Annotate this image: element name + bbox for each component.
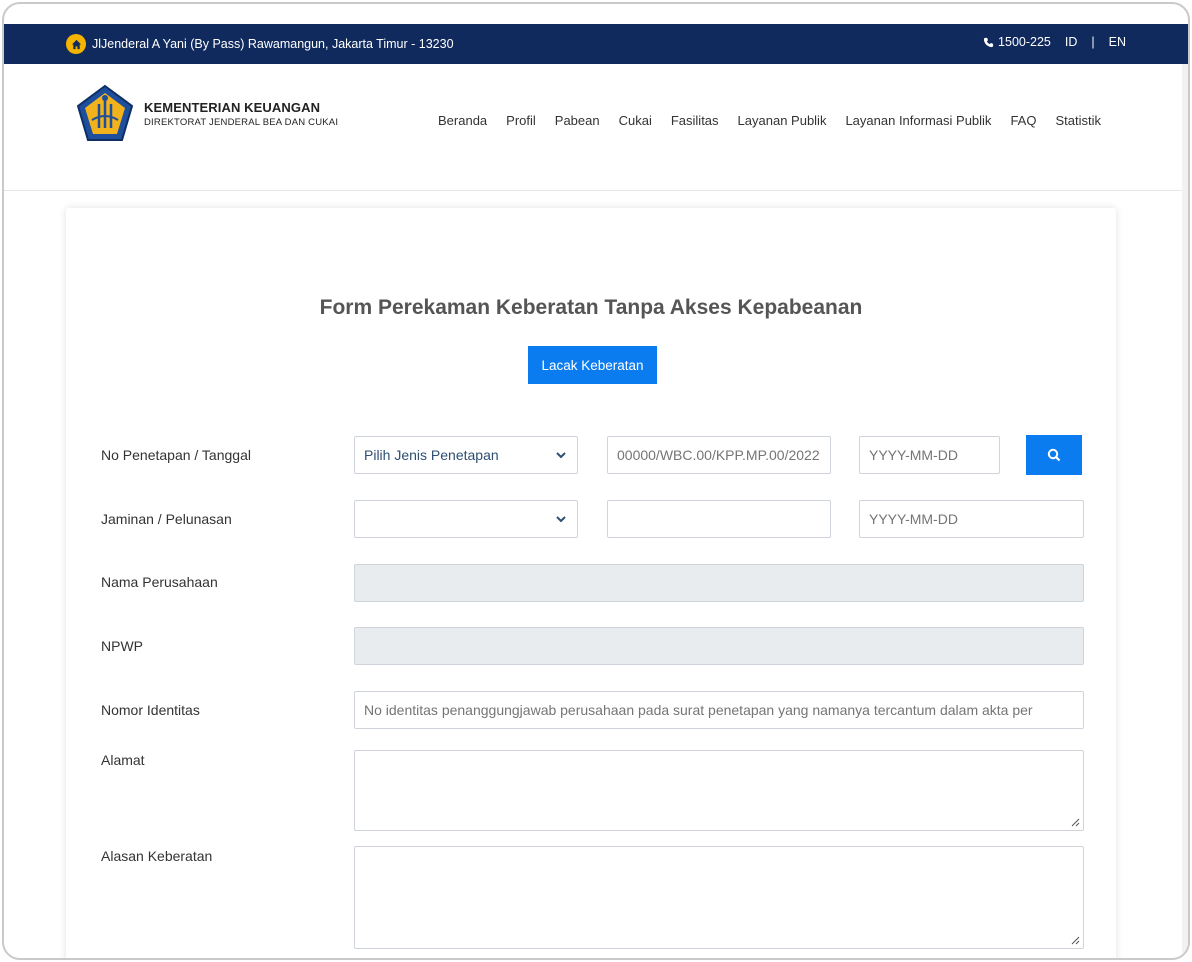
browser-frame: JlJenderal A Yani (By Pass) Rawamangun, … (2, 2, 1190, 960)
top-right-links: 1500-225 ID | EN (983, 35, 1126, 49)
phone-contact[interactable]: 1500-225 (983, 35, 1051, 49)
npwp-field (354, 627, 1084, 665)
nav-item-profil[interactable]: Profil (506, 113, 536, 128)
jaminan-number-input[interactable] (607, 500, 831, 538)
identity-number-input[interactable] (354, 691, 1084, 729)
nav-item-cukai[interactable]: Cukai (619, 113, 652, 128)
address-text: JlJenderal A Yani (By Pass) Rawamangun, … (92, 37, 454, 51)
nav-item-fasilitas[interactable]: Fasilitas (671, 113, 719, 128)
chevron-down-icon (556, 452, 566, 459)
search-button[interactable] (1026, 435, 1082, 475)
label-penetapan: No Penetapan / Tanggal (101, 447, 251, 463)
page-scrollbar[interactable] (1182, 64, 1188, 958)
lang-id-link[interactable]: ID (1065, 35, 1078, 49)
nav-item-layanan-informasi-publik[interactable]: Layanan Informasi Publik (845, 113, 991, 128)
address-textarea[interactable] (354, 750, 1084, 831)
site-header: KEMENTERIAN KEUANGAN DIREKTORAT JENDERAL… (4, 64, 1188, 191)
resize-handle-icon[interactable] (1070, 935, 1080, 945)
address-block: JlJenderal A Yani (By Pass) Rawamangun, … (66, 34, 454, 54)
label-alasan: Alasan Keberatan (101, 848, 213, 864)
penetapan-number-input[interactable] (607, 436, 831, 474)
label-identitas: Nomor Identitas (101, 702, 200, 718)
form-card: Form Perekaman Keberatan Tanpa Akses Kep… (66, 208, 1116, 958)
label-alamat: Alamat (101, 752, 145, 768)
penetapan-type-value: Pilih Jenis Penetapan (364, 447, 499, 463)
nav-item-pabean[interactable]: Pabean (555, 113, 600, 128)
resize-handle-icon[interactable] (1070, 817, 1080, 827)
reason-textarea[interactable] (354, 846, 1084, 949)
search-icon (1047, 448, 1061, 462)
label-npwp: NPWP (101, 638, 143, 654)
main-nav: Beranda Profil Pabean Cukai Fasilitas La… (438, 113, 1101, 128)
label-jaminan: Jaminan / Pelunasan (101, 511, 232, 527)
brand-title: KEMENTERIAN KEUANGAN (144, 100, 321, 115)
brand-subtitle: DIREKTORAT JENDERAL BEA DAN CUKAI (144, 117, 339, 128)
top-info-bar: JlJenderal A Yani (By Pass) Rawamangun, … (4, 24, 1188, 64)
nav-item-faq[interactable]: FAQ (1010, 113, 1036, 128)
nav-item-beranda[interactable]: Beranda (438, 113, 487, 128)
lang-en-link[interactable]: EN (1109, 35, 1126, 49)
lang-separator: | (1091, 35, 1095, 49)
site-logo[interactable]: KEMENTERIAN KEUANGAN DIREKTORAT JENDERAL… (74, 84, 338, 144)
nav-item-statistik[interactable]: Statistik (1055, 113, 1101, 128)
penetapan-date-input[interactable] (859, 436, 1000, 474)
nav-item-layanan-publik[interactable]: Layanan Publik (738, 113, 827, 128)
penetapan-type-select[interactable]: Pilih Jenis Penetapan (354, 436, 578, 474)
company-name-field (354, 564, 1084, 602)
jaminan-date-input[interactable] (859, 500, 1084, 538)
label-perusahaan: Nama Perusahaan (101, 574, 218, 590)
form-title: Form Perekaman Keberatan Tanpa Akses Kep… (319, 296, 863, 319)
phone-icon (983, 37, 994, 47)
track-objection-button[interactable]: Lacak Keberatan (528, 346, 657, 384)
jaminan-type-select[interactable] (354, 500, 578, 538)
home-icon[interactable] (66, 34, 86, 54)
chevron-down-icon (556, 516, 566, 523)
kemenkeu-emblem-icon (76, 84, 134, 141)
phone-number: 1500-225 (998, 35, 1051, 49)
